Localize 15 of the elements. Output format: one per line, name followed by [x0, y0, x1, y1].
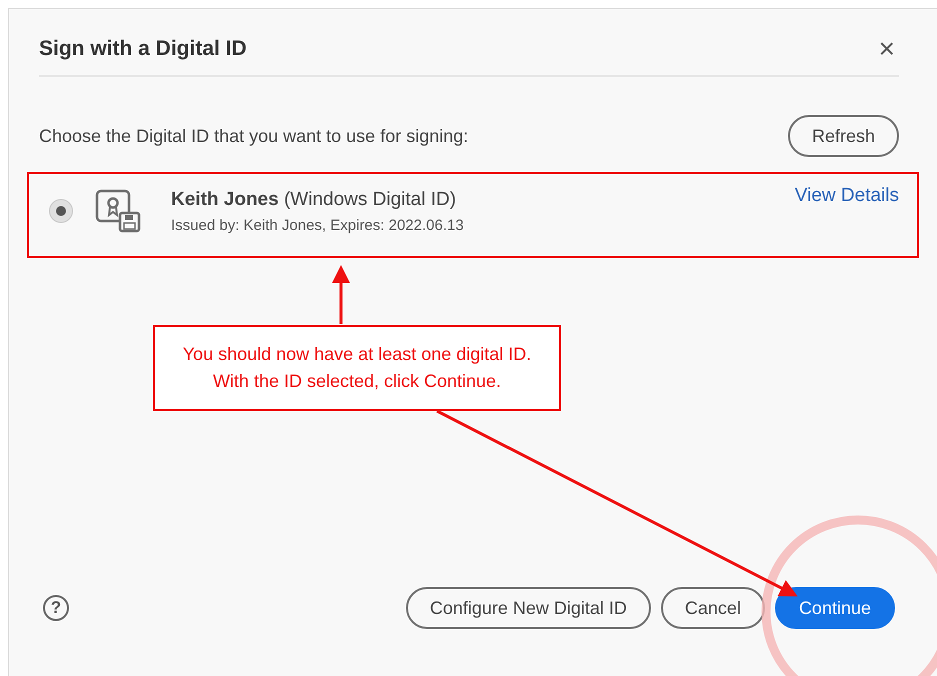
- certificate-icon: [95, 189, 141, 233]
- dialog-button[interactable]: Cancel: [660, 587, 765, 629]
- continue-button[interactable]: Continue: [774, 587, 895, 629]
- pointer-arrow: [332, 265, 350, 324]
- dialog-title: Sign with a Digital ID: [39, 37, 247, 61]
- digital-id-details: Issued by: Keith Jones, Expires: 2022.06.13: [171, 216, 465, 234]
- prompt-text: Choose the Digital ID that you want to use for signing:: [39, 126, 468, 146]
- close-button[interactable]: ×: [874, 35, 899, 63]
- refresh-button[interactable]: Refresh: [788, 115, 899, 157]
- view-details-link[interactable]: View Details: [794, 185, 899, 207]
- radio-button[interactable]: [49, 199, 73, 223]
- digital-id-name: Keith Jones (Windows Digital ID): [171, 188, 458, 210]
- help-icon[interactable]: ?: [43, 595, 69, 621]
- callout-note: You should now have at least one digital ID. With the ID selected, click Continue.: [153, 325, 561, 411]
- dialog-button[interactable]: Configure New Digital ID: [406, 587, 651, 629]
